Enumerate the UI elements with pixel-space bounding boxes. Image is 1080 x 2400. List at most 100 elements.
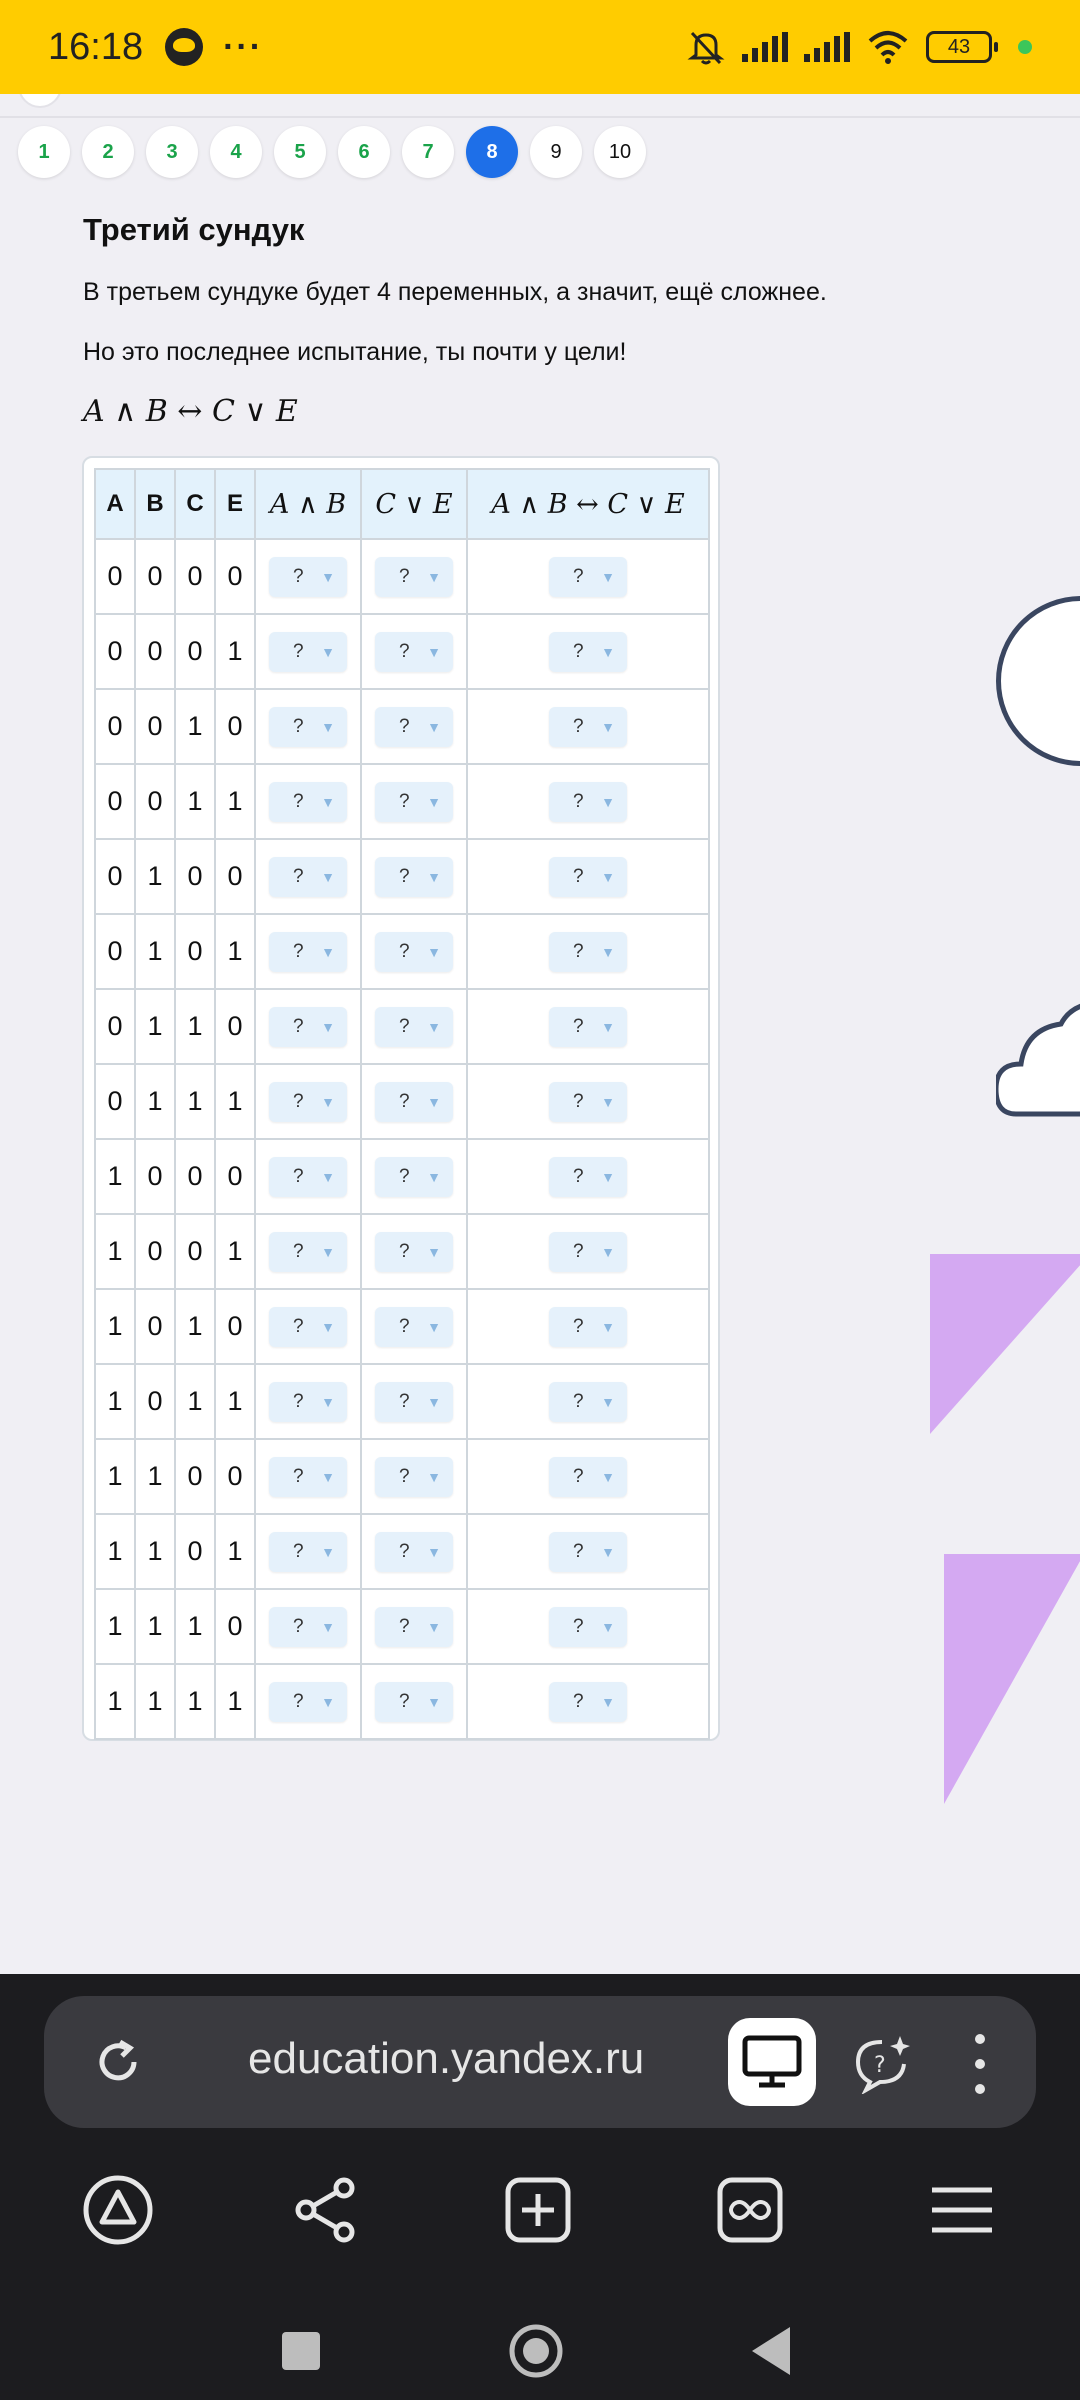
page-link-10[interactable]: 10 <box>594 126 646 178</box>
formula: A ∧ B ↔ C ∨ E <box>83 394 298 429</box>
equivalence-dropdown[interactable]: ? ▼ <box>549 1531 627 1572</box>
a-and-b-dropdown[interactable]: ? ▼ <box>269 1531 347 1572</box>
c-or-e-dropdown[interactable]: ? ▼ <box>375 1156 453 1197</box>
c-or-e-dropdown[interactable]: ? ▼ <box>375 1606 453 1647</box>
c-or-e-dropdown[interactable]: ? ▼ <box>375 1681 453 1722</box>
equivalence-dropdown[interactable]: ? ▼ <box>549 1306 627 1347</box>
dropdown-value: ? <box>399 1315 410 1337</box>
url-text[interactable]: education.yandex.ru <box>248 2034 644 2084</box>
equivalence-dropdown[interactable]: ? ▼ <box>549 1456 627 1497</box>
equivalence-dropdown[interactable]: ? ▼ <box>549 1231 627 1272</box>
page-link-7[interactable]: 7 <box>402 126 454 178</box>
dropdown-arrow-icon: ▼ <box>427 1693 441 1710</box>
equivalence-dropdown[interactable]: ? ▼ <box>549 706 627 747</box>
c-or-e-dropdown[interactable]: ? ▼ <box>375 556 453 597</box>
recents-button[interactable] <box>282 2332 320 2370</box>
back-circle-button[interactable] <box>18 94 62 108</box>
dropdown-arrow-icon: ▼ <box>427 643 441 660</box>
more-options-icon[interactable] <box>970 2034 990 2094</box>
c-or-e-dropdown[interactable]: ? ▼ <box>375 1006 453 1047</box>
back-button[interactable] <box>752 2327 790 2375</box>
truth-value-cell: 1 <box>134 988 176 1065</box>
a-and-b-dropdown[interactable]: ? ▼ <box>269 931 347 972</box>
a-and-b-dropdown[interactable]: ? ▼ <box>269 1306 347 1347</box>
dropdown-arrow-icon: ▼ <box>321 1093 335 1110</box>
truth-value-cell: 1 <box>134 1438 176 1515</box>
truth-value-cell: 1 <box>134 1513 176 1590</box>
a-and-b-dropdown[interactable]: ? ▼ <box>269 1606 347 1647</box>
a-and-b-dropdown[interactable]: ? ▼ <box>269 631 347 672</box>
a-and-b-dropdown[interactable]: ? ▼ <box>269 1156 347 1197</box>
a-and-b-dropdown[interactable]: ? ▼ <box>269 1456 347 1497</box>
page-link-2[interactable]: 2 <box>82 126 134 178</box>
truth-value-cell: 0 <box>214 1288 256 1365</box>
dropdown-value: ? <box>293 715 304 737</box>
tabs-icon[interactable] <box>714 2174 786 2246</box>
equivalence-dropdown[interactable]: ? ▼ <box>549 631 627 672</box>
c-or-e-dropdown[interactable]: ? ▼ <box>375 1306 453 1347</box>
answer-cell: ? ▼ <box>466 1513 710 1590</box>
a-and-b-dropdown[interactable]: ? ▼ <box>269 1381 347 1422</box>
equivalence-dropdown[interactable]: ? ▼ <box>549 1606 627 1647</box>
a-and-b-dropdown[interactable]: ? ▼ <box>269 1006 347 1047</box>
desktop-mode-button[interactable] <box>728 2018 816 2106</box>
c-or-e-dropdown[interactable]: ? ▼ <box>375 1456 453 1497</box>
equivalence-dropdown[interactable]: ? ▼ <box>549 856 627 897</box>
dropdown-value: ? <box>573 1090 584 1112</box>
c-or-e-dropdown[interactable]: ? ▼ <box>375 706 453 747</box>
page-link-8-current[interactable]: 8 <box>466 126 518 178</box>
c-or-e-dropdown[interactable]: ? ▼ <box>375 931 453 972</box>
equivalence-dropdown[interactable]: ? ▼ <box>549 1081 627 1122</box>
dropdown-value: ? <box>399 640 410 662</box>
page-link-1[interactable]: 1 <box>18 126 70 178</box>
equivalence-dropdown[interactable]: ? ▼ <box>549 781 627 822</box>
c-or-e-dropdown[interactable]: ? ▼ <box>375 856 453 897</box>
section-title: Третий сундук <box>83 212 305 247</box>
truth-value-cell: 1 <box>134 913 176 990</box>
a-and-b-dropdown[interactable]: ? ▼ <box>269 1231 347 1272</box>
c-or-e-dropdown[interactable]: ? ▼ <box>375 781 453 822</box>
share-icon[interactable] <box>290 2174 362 2246</box>
a-and-b-dropdown[interactable]: ? ▼ <box>269 1681 347 1722</box>
page-link-4[interactable]: 4 <box>210 126 262 178</box>
answer-cell: ? ▼ <box>466 1213 710 1290</box>
dropdown-value: ? <box>399 1465 410 1487</box>
a-and-b-dropdown[interactable]: ? ▼ <box>269 556 347 597</box>
page-link-3[interactable]: 3 <box>146 126 198 178</box>
dropdown-arrow-icon: ▼ <box>321 943 335 960</box>
equivalence-dropdown[interactable]: ? ▼ <box>549 1156 627 1197</box>
battery-level: 43 <box>947 35 971 58</box>
a-and-b-dropdown[interactable]: ? ▼ <box>269 1081 347 1122</box>
equivalence-dropdown[interactable]: ? ▼ <box>549 1381 627 1422</box>
equivalence-dropdown[interactable]: ? ▼ <box>549 1681 627 1722</box>
refresh-icon[interactable] <box>90 2034 146 2090</box>
header-a-and-b: A ∧ B <box>254 468 362 540</box>
c-or-e-dropdown[interactable]: ? ▼ <box>375 1381 453 1422</box>
alice-assistant-icon[interactable] <box>82 2174 154 2246</box>
menu-icon[interactable] <box>926 2174 998 2246</box>
c-or-e-dropdown[interactable]: ? ▼ <box>375 1081 453 1122</box>
truth-value-cell: 1 <box>174 1588 216 1665</box>
page-link-6[interactable]: 6 <box>338 126 390 178</box>
address-bar[interactable]: education.yandex.ru ? <box>44 1996 1036 2128</box>
c-or-e-dropdown[interactable]: ? ▼ <box>375 1531 453 1572</box>
truth-value-cell: 1 <box>94 1288 136 1365</box>
c-or-e-dropdown[interactable]: ? ▼ <box>375 1231 453 1272</box>
a-and-b-dropdown[interactable]: ? ▼ <box>269 856 347 897</box>
answer-cell: ? ▼ <box>466 1363 710 1440</box>
a-and-b-dropdown[interactable]: ? ▼ <box>269 706 347 747</box>
page-link-9[interactable]: 9 <box>530 126 582 178</box>
truth-table-card: A B C E A ∧ B C ∨ E A ∧ B ↔ C ∨ E 0 0 0 0? ▼… <box>82 456 720 1741</box>
equivalence-dropdown[interactable]: ? ▼ <box>549 1006 627 1047</box>
ai-chat-icon[interactable]: ? <box>852 2032 914 2094</box>
truth-value-cell: 1 <box>94 1588 136 1665</box>
dropdown-arrow-icon: ▼ <box>427 793 441 810</box>
c-or-e-dropdown[interactable]: ? ▼ <box>375 631 453 672</box>
new-tab-icon[interactable] <box>502 2174 574 2246</box>
equivalence-dropdown[interactable]: ? ▼ <box>549 931 627 972</box>
dropdown-arrow-icon: ▼ <box>321 1618 335 1635</box>
page-link-5[interactable]: 5 <box>274 126 326 178</box>
truth-value-cell: 1 <box>214 1663 256 1740</box>
equivalence-dropdown[interactable]: ? ▼ <box>549 556 627 597</box>
a-and-b-dropdown[interactable]: ? ▼ <box>269 781 347 822</box>
